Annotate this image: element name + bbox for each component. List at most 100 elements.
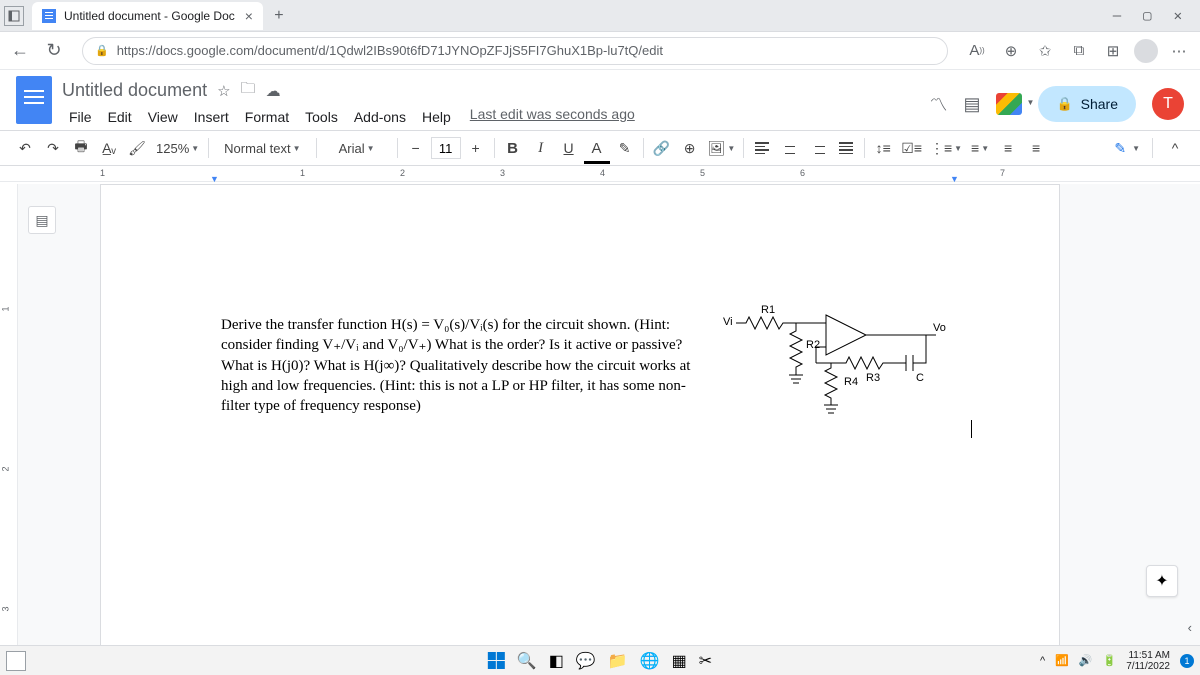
docs-logo-icon[interactable] bbox=[16, 76, 52, 124]
align-justify-button[interactable] bbox=[833, 135, 859, 161]
maximize-icon[interactable]: ▢ bbox=[1143, 8, 1151, 24]
text-color-button[interactable]: A bbox=[584, 135, 610, 161]
bullet-list-button[interactable]: ⋮≡▼ bbox=[927, 135, 965, 161]
star-icon[interactable]: ☆ bbox=[217, 82, 230, 100]
clock[interactable]: 11:51 AM 7/11/2022 bbox=[1126, 650, 1170, 672]
align-right-button[interactable] bbox=[805, 135, 831, 161]
read-aloud-icon[interactable]: A)) bbox=[964, 38, 990, 64]
indent-marker-icon[interactable]: ▼ bbox=[210, 174, 219, 184]
meet-icon[interactable] bbox=[996, 93, 1022, 115]
refresh-button[interactable]: ↻ bbox=[42, 39, 66, 63]
snip-icon[interactable]: ✂ bbox=[699, 651, 712, 671]
share-button[interactable]: 🔒 Share bbox=[1038, 86, 1136, 122]
cloud-icon[interactable]: ☁ bbox=[266, 82, 281, 100]
menu-file[interactable]: File bbox=[62, 106, 99, 128]
decrease-font-button[interactable]: − bbox=[403, 135, 429, 161]
zoom-select[interactable]: 125%▼ bbox=[152, 135, 203, 161]
tab-title: Untitled document - Google Doc bbox=[64, 9, 235, 23]
menu-bar: File Edit View Insert Format Tools Add-o… bbox=[62, 106, 929, 128]
profile-avatar[interactable] bbox=[1134, 39, 1158, 63]
volume-icon[interactable]: 🔊 bbox=[1079, 654, 1093, 667]
explore-button[interactable]: ✦ bbox=[1146, 565, 1178, 597]
favorites-star-icon[interactable]: ✩ bbox=[1032, 38, 1058, 64]
more-icon[interactable]: ⋯ bbox=[1166, 38, 1192, 64]
user-avatar[interactable]: T bbox=[1152, 88, 1184, 120]
wifi-icon[interactable]: 📶 bbox=[1055, 654, 1069, 667]
app-icon[interactable]: ▦ bbox=[672, 651, 687, 671]
font-select[interactable]: Arial▼ bbox=[322, 135, 392, 161]
tray-expand-icon[interactable]: ^ bbox=[1040, 655, 1045, 667]
browser-tab[interactable]: Untitled document - Google Doc × bbox=[32, 2, 263, 30]
checklist-button[interactable]: ☑≡ bbox=[898, 135, 925, 161]
align-left-button[interactable] bbox=[749, 135, 775, 161]
font-size-input[interactable] bbox=[431, 137, 461, 159]
comments-icon[interactable]: ▤ bbox=[963, 94, 980, 115]
last-edit-text[interactable]: Last edit was seconds ago bbox=[470, 106, 635, 128]
scroll-indicator-icon[interactable]: ‹ bbox=[1188, 620, 1192, 635]
back-button[interactable]: ← bbox=[8, 39, 32, 63]
edge-icon[interactable]: 🌐 bbox=[640, 651, 660, 671]
text-cursor bbox=[971, 420, 972, 438]
document-body-text[interactable]: Derive the transfer function H(s) = V₀(s… bbox=[221, 315, 701, 416]
decrease-indent-button[interactable]: ≡ bbox=[995, 135, 1021, 161]
widgets-icon[interactable] bbox=[6, 651, 26, 671]
zoom-icon[interactable]: ⊕ bbox=[998, 38, 1024, 64]
browser-tab-strip-icon[interactable] bbox=[4, 6, 24, 26]
print-button[interactable]: 🖶 bbox=[68, 135, 94, 161]
chat-icon[interactable]: 💬 bbox=[576, 651, 596, 671]
taskview-icon[interactable]: ◧ bbox=[549, 651, 564, 671]
search-icon[interactable]: 🔍 bbox=[517, 651, 537, 671]
editing-mode-button[interactable]: ✎▼ bbox=[1111, 135, 1143, 161]
share-label: Share bbox=[1081, 96, 1118, 112]
document-page[interactable]: Derive the transfer function H(s) = V₀(s… bbox=[100, 184, 1060, 645]
activity-icon[interactable]: 〽 bbox=[929, 91, 947, 117]
image-button[interactable]: 🖼▼ bbox=[705, 135, 739, 161]
circuit-diagram: Vi R1 R2 R4 R3 C Vo bbox=[721, 303, 961, 423]
increase-indent-button[interactable]: ≡ bbox=[1023, 135, 1049, 161]
c-label: C bbox=[916, 372, 924, 384]
horizontal-ruler[interactable]: 1 ▼ 1 2 3 4 5 6 ▼ 7 bbox=[0, 166, 1200, 182]
vertical-ruler[interactable]: 1 2 3 bbox=[0, 184, 18, 645]
extensions-icon[interactable]: ⊞ bbox=[1100, 38, 1126, 64]
start-button[interactable] bbox=[488, 652, 505, 669]
move-icon[interactable]: 🗀 bbox=[241, 78, 256, 103]
undo-button[interactable]: ↶ bbox=[12, 135, 38, 161]
increase-font-button[interactable]: + bbox=[463, 135, 489, 161]
underline-button[interactable]: U bbox=[556, 135, 582, 161]
collections-icon[interactable]: ⧉ bbox=[1066, 38, 1092, 64]
align-center-button[interactable] bbox=[777, 135, 803, 161]
menu-edit[interactable]: Edit bbox=[101, 106, 139, 128]
close-window-icon[interactable]: ✕ bbox=[1174, 8, 1182, 24]
outline-button[interactable]: ▤ bbox=[28, 206, 56, 234]
menu-addons[interactable]: Add-ons bbox=[347, 106, 413, 128]
menu-view[interactable]: View bbox=[141, 106, 185, 128]
vi-label: Vi bbox=[723, 316, 733, 328]
italic-button[interactable]: I bbox=[528, 135, 554, 161]
r4-label: R4 bbox=[844, 376, 858, 388]
battery-icon[interactable]: 🔋 bbox=[1103, 654, 1117, 667]
minimize-icon[interactable]: — bbox=[1113, 8, 1121, 24]
comment-button[interactable]: ⊕ bbox=[677, 135, 703, 161]
paint-format-button[interactable]: 🖌 bbox=[124, 135, 150, 161]
menu-tools[interactable]: Tools bbox=[298, 106, 345, 128]
collapse-toolbar-button[interactable]: ^ bbox=[1162, 135, 1188, 161]
highlight-button[interactable]: ✎ bbox=[612, 135, 638, 161]
explorer-icon[interactable]: 📁 bbox=[608, 651, 628, 671]
address-bar[interactable]: 🔒 https://docs.google.com/document/d/1Qd… bbox=[82, 37, 948, 65]
menu-format[interactable]: Format bbox=[238, 106, 296, 128]
indent-marker-right-icon[interactable]: ▼ bbox=[950, 174, 959, 184]
redo-button[interactable]: ↷ bbox=[40, 135, 66, 161]
style-select[interactable]: Normal text▼ bbox=[214, 135, 310, 161]
close-tab-icon[interactable]: × bbox=[245, 8, 253, 24]
line-spacing-button[interactable]: ↕≡ bbox=[870, 135, 896, 161]
numbered-list-button[interactable]: ≡▼ bbox=[967, 135, 993, 161]
menu-help[interactable]: Help bbox=[415, 106, 458, 128]
spellcheck-button[interactable]: A̲ᵥ bbox=[96, 135, 122, 161]
notifications-badge[interactable]: 1 bbox=[1180, 654, 1194, 668]
lock-icon: 🔒 bbox=[95, 44, 109, 57]
new-tab-button[interactable]: + bbox=[265, 2, 293, 30]
link-button[interactable]: 🔗 bbox=[649, 135, 675, 161]
menu-insert[interactable]: Insert bbox=[187, 106, 236, 128]
document-title[interactable]: Untitled document bbox=[62, 80, 207, 101]
bold-button[interactable]: B bbox=[500, 135, 526, 161]
